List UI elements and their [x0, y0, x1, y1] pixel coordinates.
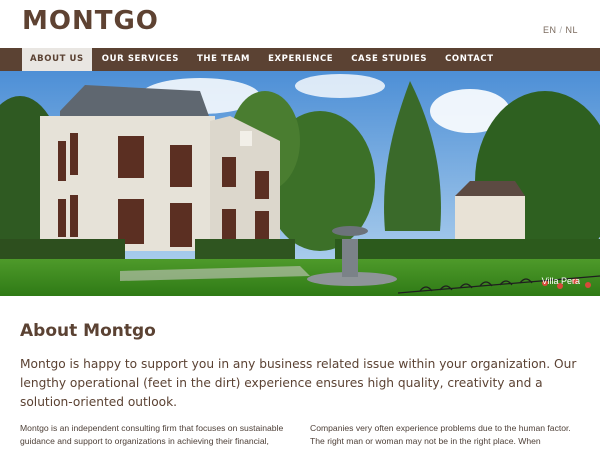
lang-nl-link[interactable]: NL: [565, 25, 578, 35]
nav-item-about-us[interactable]: ABOUT US: [22, 48, 92, 71]
lang-en-link[interactable]: EN: [543, 25, 557, 35]
villa-photo: [0, 71, 600, 296]
nav-item-the-team[interactable]: THE TEAM: [189, 48, 258, 71]
nav-item-our-services[interactable]: OUR SERVICES: [94, 48, 187, 71]
hero-image: Villa Pera: [0, 71, 600, 296]
lang-separator: /: [559, 25, 563, 35]
language-switcher: EN / NL: [543, 25, 578, 35]
nav-item-contact[interactable]: CONTACT: [437, 48, 502, 71]
main-content: About Montgo Montgo is happy to support …: [20, 296, 580, 448]
page-title: About Montgo: [20, 321, 156, 341]
body-columns: Montgo is an independent consulting firm…: [20, 422, 580, 448]
body-column-left: Montgo is an independent consulting firm…: [20, 423, 284, 446]
main-nav: ABOUT US OUR SERVICES THE TEAM EXPERIENC…: [0, 48, 600, 71]
nav-item-case-studies[interactable]: CASE STUDIES: [343, 48, 435, 71]
hero-caption: Villa Pera: [541, 276, 580, 286]
intro-text: Montgo is happy to support you in any bu…: [20, 357, 577, 409]
nav-item-experience[interactable]: EXPERIENCE: [260, 48, 341, 71]
site-header: MONTGO EN / NL: [0, 0, 600, 48]
logo[interactable]: MONTGO: [22, 6, 159, 36]
body-column-right: Companies very often experience problems…: [310, 423, 571, 446]
